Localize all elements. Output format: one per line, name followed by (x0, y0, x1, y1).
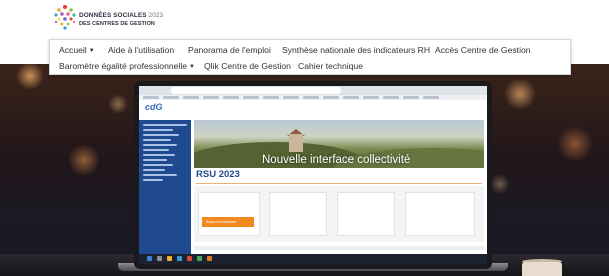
app-statusbar (194, 246, 484, 250)
search-icon (157, 256, 162, 261)
logo-dot (69, 17, 73, 21)
banner-title: Nouvelle interface collectivité (262, 154, 411, 166)
logo-dot (60, 22, 64, 26)
sidebar-item (143, 154, 175, 156)
logo-dots-icon (54, 5, 76, 30)
rapport-instantane-button: Rapport d'instantané (202, 217, 254, 227)
app-icon (197, 256, 202, 261)
app-header: cdG (139, 100, 487, 120)
logo-dot (72, 13, 76, 17)
logo-dot (63, 17, 67, 21)
logo-dot (66, 22, 70, 26)
start-icon (147, 256, 152, 261)
main-nav: Accueil ▼ Aide à l'utilisation Panorama d… (49, 39, 571, 75)
sidebar-item (143, 174, 177, 176)
bookmark-item (423, 96, 439, 99)
chevron-down-icon: ▼ (189, 64, 195, 70)
rsu-title: RSU 2023 (196, 169, 240, 180)
logo-dot (60, 12, 64, 16)
nav-item-cahier[interactable]: Cahier technique (298, 60, 363, 72)
logo-year: 2023 (148, 12, 164, 19)
app-logo: cdG (145, 102, 163, 112)
bookmark-item (403, 96, 419, 99)
sidebar-item (143, 134, 179, 136)
nav-label: Baromètre égalité professionnelle (59, 61, 188, 71)
logo-subtitle: DES CENTRES DE GESTION (79, 21, 155, 27)
bookmark-item (243, 96, 259, 99)
card: Rapport d'instantané (198, 192, 260, 236)
nav-item-accueil[interactable]: Accueil ▼ (59, 44, 95, 57)
nav-label: Accueil (59, 45, 87, 55)
nav-item-acces-cdg[interactable]: Accès Centre de Gestion (435, 44, 531, 56)
logo-dot (57, 17, 61, 21)
sidebar-item (143, 129, 173, 131)
bookmark-item (323, 96, 339, 99)
nav-row-2: Baromètre égalité professionnelle ▼ Qlik … (50, 60, 570, 74)
sidebar-item (143, 144, 177, 146)
nav-item-barometre[interactable]: Baromètre égalité professionnelle ▼ (59, 60, 195, 73)
logo-dot (57, 8, 61, 12)
hero-image: cdG Nouvelle interface collectivité RSU … (0, 64, 609, 276)
laptop-screen: cdG Nouvelle interface collectivité RSU … (139, 86, 487, 264)
site-header: DONNÉES SOCIALES 2023 DES CENTRES DE GES… (0, 0, 609, 39)
sidebar-item (143, 169, 165, 171)
sidebar-item (143, 149, 169, 151)
card (405, 192, 475, 236)
sidebar-item (143, 179, 163, 181)
bookmark-item (283, 96, 299, 99)
logo-dot (66, 12, 70, 16)
laptop: cdG Nouvelle interface collectivité RSU … (134, 81, 492, 269)
sidebar-item (143, 159, 167, 161)
bookmark-item (363, 96, 379, 99)
bookmark-item (163, 96, 179, 99)
card (269, 192, 327, 236)
nav-item-panorama[interactable]: Panorama de l'emploi (188, 44, 271, 56)
logo-dot (54, 20, 58, 24)
bookmark-item (263, 96, 279, 99)
app-icon (207, 256, 212, 261)
card (337, 192, 395, 236)
bookmark-item (143, 96, 159, 99)
rsu-divider (196, 183, 482, 184)
os-taskbar (139, 254, 487, 264)
logo-dot (63, 5, 67, 9)
bookmark-item (343, 96, 359, 99)
church-building (289, 134, 303, 152)
sidebar-item (143, 139, 171, 141)
sidebar-item (143, 124, 187, 126)
logo-line1: DONNÉES SOCIALES 2023 (79, 12, 163, 20)
browser-url-bar (171, 87, 341, 94)
browser-icon (177, 256, 182, 261)
bookmark-item (303, 96, 319, 99)
nav-item-synthese[interactable]: Synthèse nationale des indicateurs RH (282, 44, 430, 56)
bookmark-item (223, 96, 239, 99)
sidebar-item (143, 164, 173, 166)
chevron-down-icon: ▼ (88, 48, 95, 54)
logo-dot (54, 13, 58, 17)
logo-title: DONNÉES SOCIALES (79, 12, 147, 19)
folder-icon (167, 256, 172, 261)
bookmark-item (183, 96, 199, 99)
logo-dot (72, 20, 76, 24)
app-icon (187, 256, 192, 261)
logo-dot (69, 8, 73, 12)
bookmark-item (383, 96, 399, 99)
logo-dot (63, 26, 67, 30)
site-logo[interactable]: DONNÉES SOCIALES 2023 DES CENTRES DE GES… (52, 3, 172, 33)
nav-row-1: Accueil ▼ Aide à l'utilisation Panorama d… (50, 44, 570, 58)
app-sidebar (139, 120, 191, 254)
coffee-mug (522, 262, 562, 276)
nav-item-qlik[interactable]: Qlik Centre de Gestion (204, 60, 291, 72)
logo-text: DONNÉES SOCIALES 2023 DES CENTRES DE GES… (79, 12, 163, 28)
cards-area: Rapport d'instantané (194, 186, 484, 242)
bookmark-item (203, 96, 219, 99)
browser-toolbar (139, 86, 487, 95)
nav-item-aide[interactable]: Aide à l'utilisation (108, 44, 174, 56)
app-banner: Nouvelle interface collectivité (194, 120, 484, 168)
